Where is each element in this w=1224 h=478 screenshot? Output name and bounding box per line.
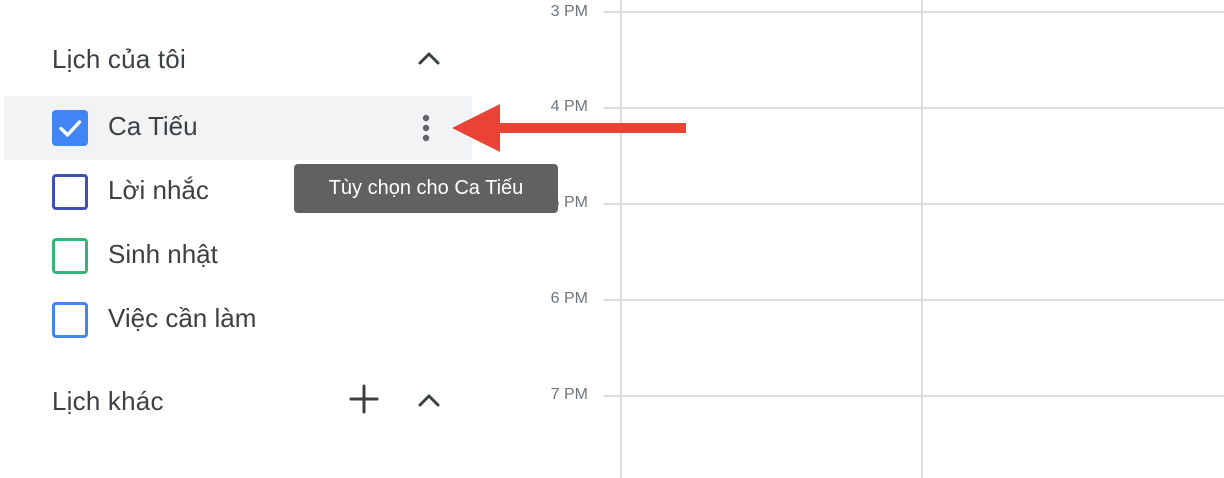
calendar-label: Ca Tiếu — [108, 111, 198, 141]
hour-line — [604, 203, 1224, 205]
hour-line — [604, 395, 1224, 397]
hour-line — [604, 299, 1224, 301]
calendar-checkbox[interactable] — [52, 174, 88, 210]
time-label: 3 PM — [550, 3, 588, 20]
more-vert-icon[interactable] — [410, 110, 442, 146]
hour-line — [604, 107, 1224, 109]
my-calendars-title[interactable]: Lịch của tôi — [52, 44, 186, 75]
options-tooltip: Tùy chọn cho Ca Tiếu — [294, 164, 558, 213]
calendar-label: Lời nhắc — [108, 175, 209, 205]
calendar-sidebar: Lịch của tôi Ca Tiếu Lời nhắc Sinh nhật … — [0, 0, 520, 478]
calendar-checkbox[interactable] — [52, 302, 88, 338]
calendar-label: Sinh nhật — [108, 239, 218, 269]
hour-line — [604, 11, 1224, 13]
calendar-checkbox[interactable] — [52, 110, 88, 146]
time-label: 6 PM — [550, 290, 588, 307]
calendar-checkbox[interactable] — [52, 238, 88, 274]
day-column-divider — [620, 0, 622, 478]
chevron-up-icon[interactable] — [415, 44, 443, 72]
time-label: 7 PM — [550, 386, 588, 403]
calendar-item-ca-tieu[interactable]: Ca Tiếu — [4, 96, 472, 160]
day-column-divider — [921, 0, 923, 478]
calendar-label: Việc cần làm — [108, 303, 257, 333]
chevron-up-icon[interactable] — [415, 386, 443, 414]
check-icon — [59, 120, 82, 137]
calendar-item-sinh-nhat[interactable]: Sinh nhật — [4, 224, 472, 288]
plus-icon[interactable] — [348, 383, 380, 415]
other-calendars-title[interactable]: Lịch khác — [52, 386, 164, 417]
annotation-arrow — [452, 104, 686, 152]
calendar-item-viec-can-lam[interactable]: Việc cần làm — [4, 288, 472, 352]
